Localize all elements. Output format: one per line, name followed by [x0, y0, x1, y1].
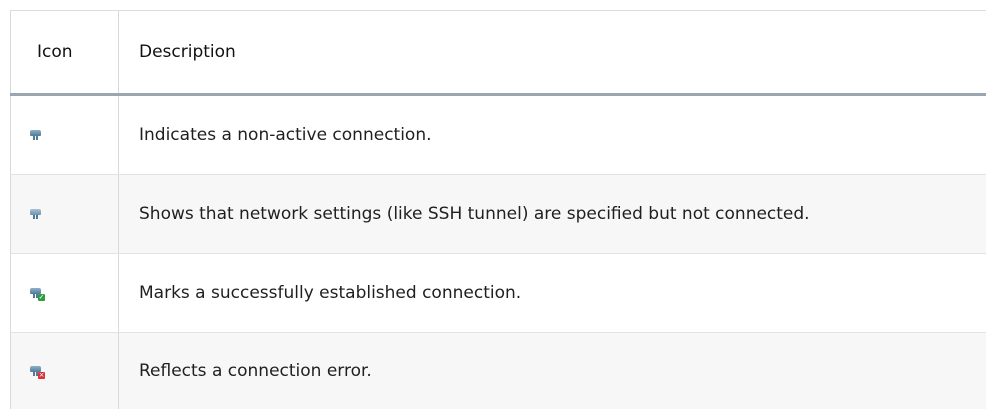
table-row: Shows that network settings (like SSH tu…: [10, 174, 986, 254]
icon-cell: ×: [10, 332, 119, 409]
table-row: × Reflects a connection error.: [10, 332, 986, 409]
connection-established-icon: ✓: [29, 286, 45, 301]
icon-column-header: Icon: [10, 10, 119, 96]
connection-icons-table: Icon Description Indicates a non-active …: [10, 10, 986, 409]
icon-cell: [10, 174, 119, 254]
description-cell: Marks a successfully established connect…: [118, 253, 986, 333]
connection-network-configured-icon: [29, 207, 43, 221]
description-cell: Shows that network settings (like SSH tu…: [118, 174, 986, 254]
table-header-row: Icon Description: [10, 10, 986, 96]
error-badge-icon: ×: [38, 371, 45, 379]
connection-inactive-icon: [29, 128, 43, 142]
connection-error-icon: ×: [29, 364, 45, 379]
icon-cell: ✓: [10, 253, 119, 333]
table-row: ✓ Marks a successfully established conne…: [10, 253, 986, 333]
connection-icons-table-container: Icon Description Indicates a non-active …: [10, 10, 986, 409]
description-column-header: Description: [118, 10, 986, 96]
icon-cell: [10, 94, 119, 175]
check-badge-icon: ✓: [38, 293, 45, 301]
description-cell: Indicates a non-active connection.: [118, 94, 986, 175]
description-cell: Reflects a connection error.: [118, 332, 986, 409]
table-row: Indicates a non-active connection.: [10, 94, 986, 175]
